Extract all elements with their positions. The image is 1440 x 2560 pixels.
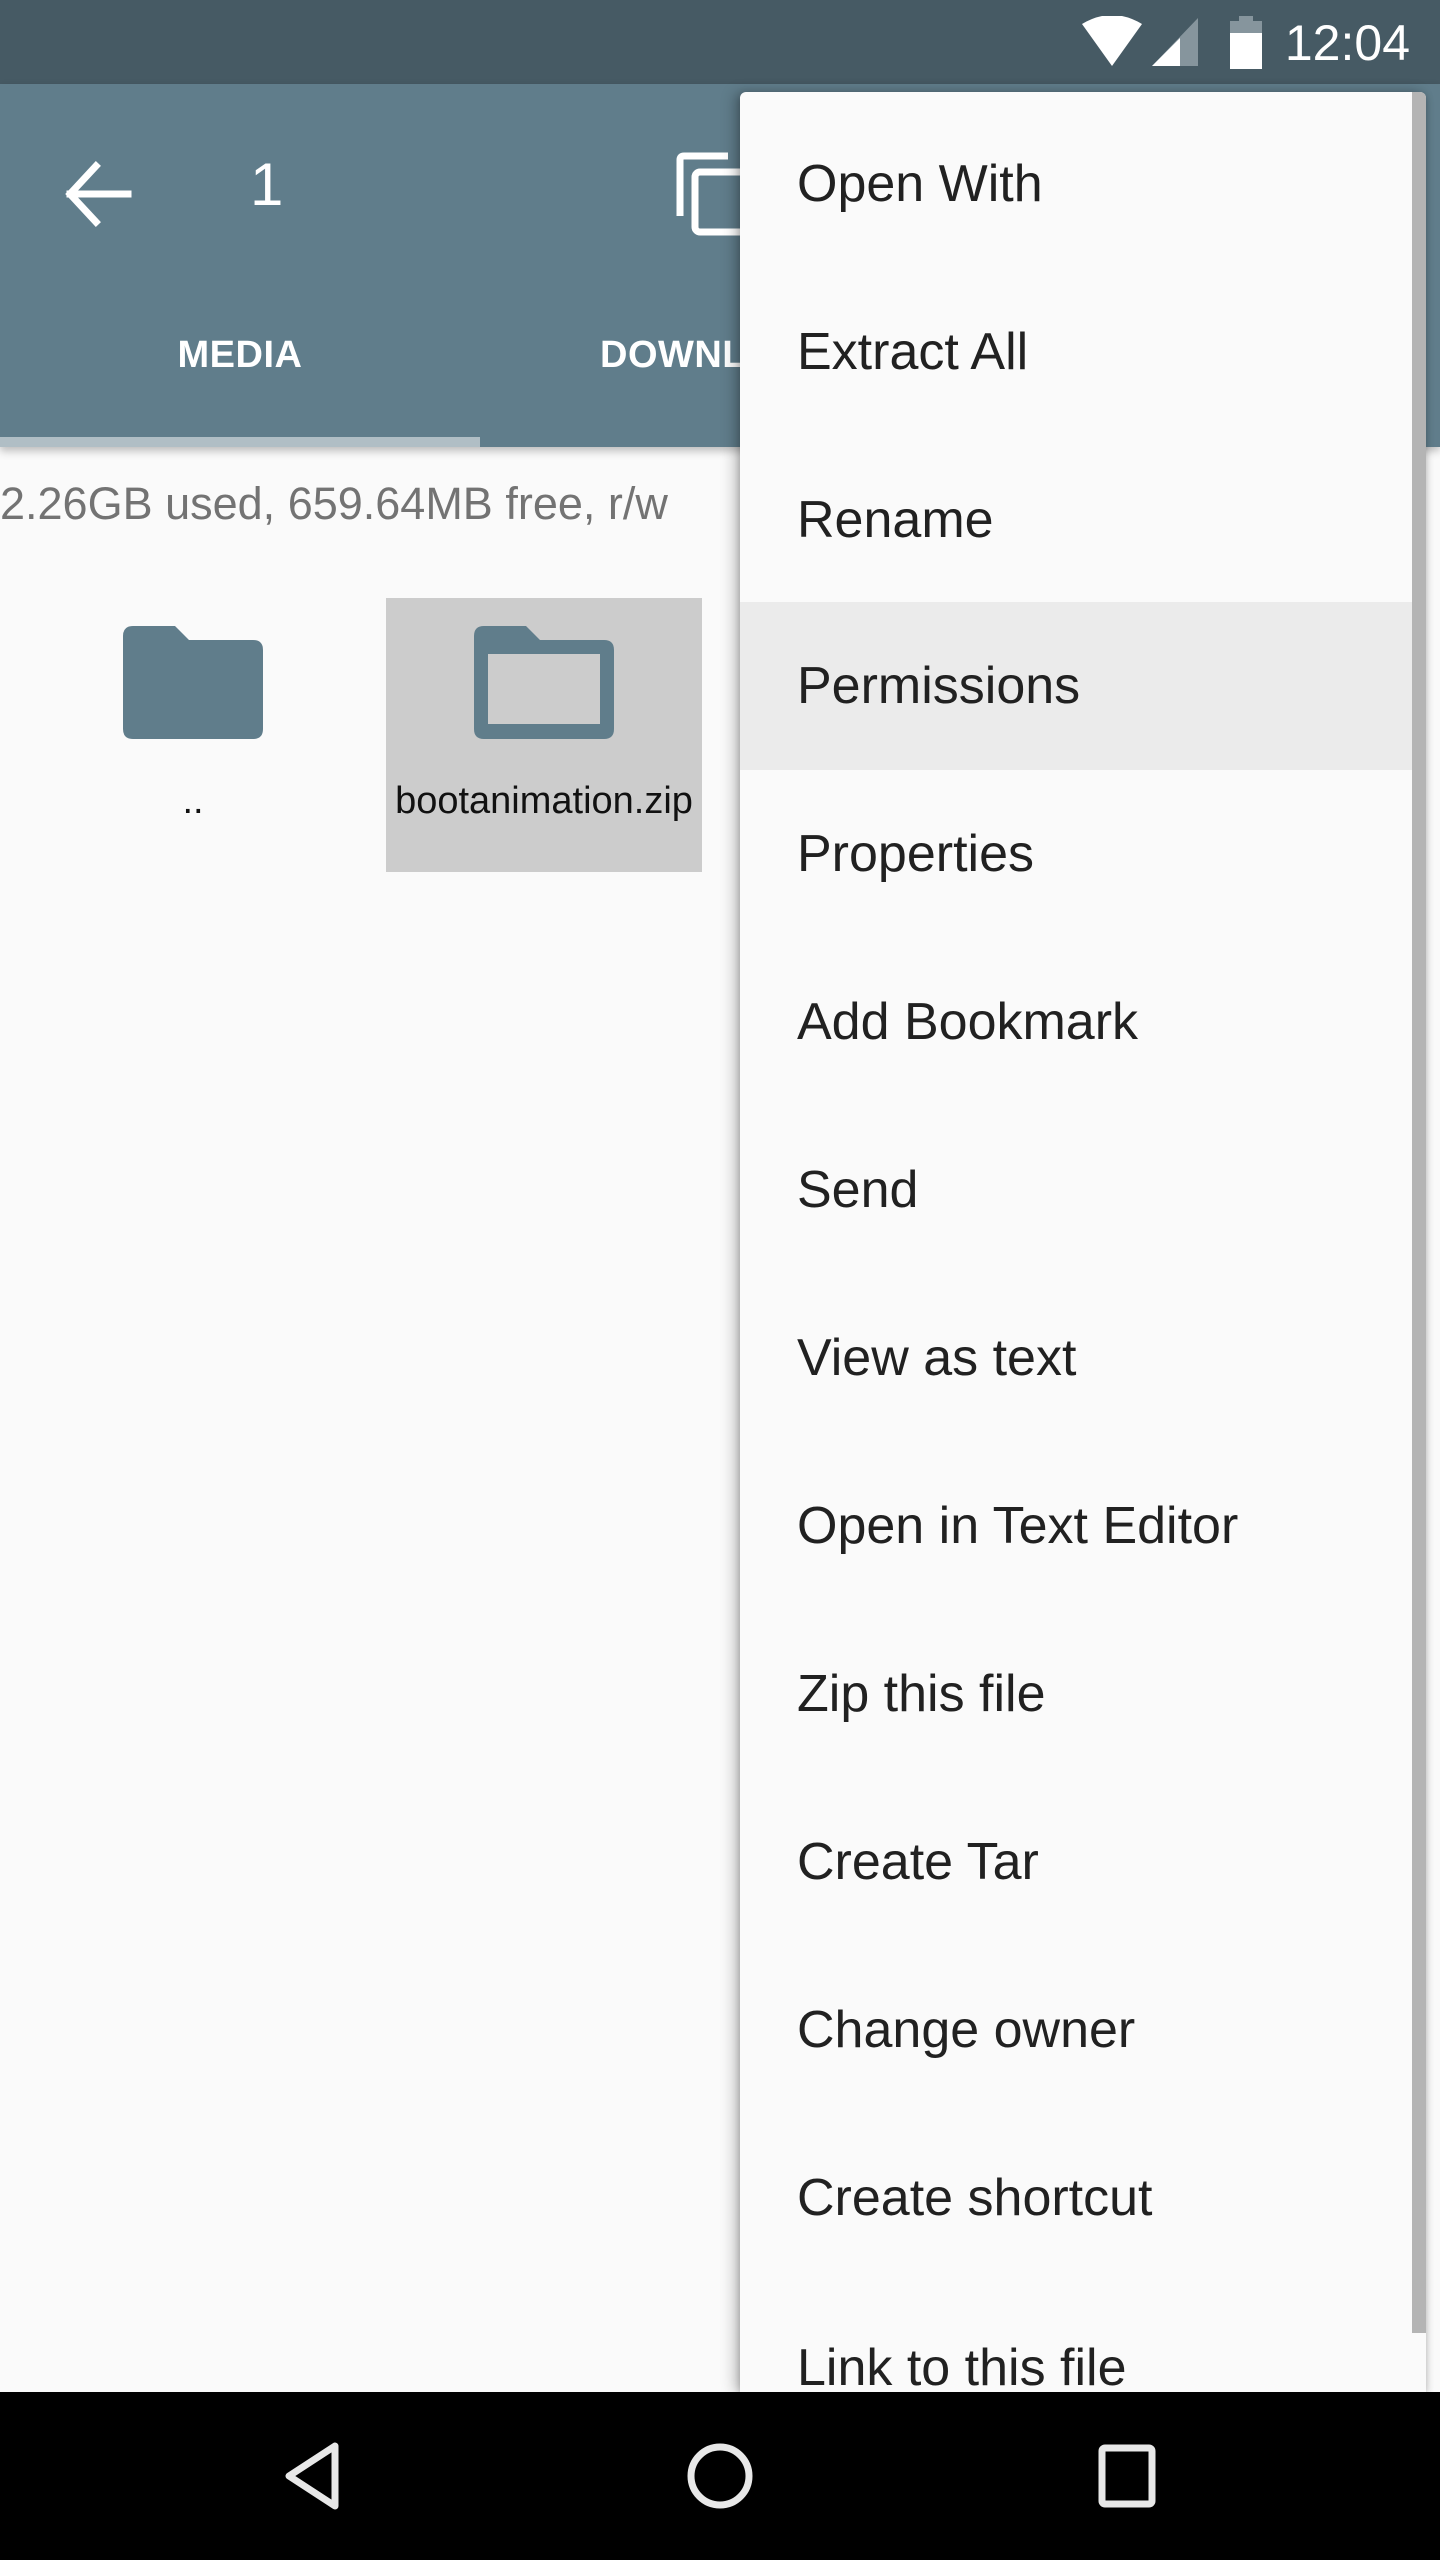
menu-item-extract-all[interactable]: Extract All — [740, 268, 1426, 436]
menu-item-send[interactable]: Send — [740, 1106, 1426, 1274]
menu-item-add-bookmark[interactable]: Add Bookmark — [740, 938, 1426, 1106]
tab-indicator — [0, 437, 480, 447]
status-bar: 12:04 — [0, 0, 1440, 84]
back-triangle-icon — [285, 2442, 339, 2510]
recents-square-icon — [1098, 2444, 1156, 2508]
battery-icon — [1230, 16, 1262, 69]
wifi-icon — [1082, 16, 1142, 66]
tab-media[interactable]: MEDIA — [0, 334, 480, 377]
storage-info: 2.26GB used, 659.64MB free, r/w — [0, 478, 668, 529]
nav-home-button[interactable] — [670, 2426, 770, 2526]
menu-item-open-with[interactable]: Open With — [740, 100, 1426, 268]
file-name: bootanimation.zip — [395, 780, 693, 822]
menu-item-view-as-text[interactable]: View as text — [740, 1274, 1426, 1442]
file-tile-parent-directory[interactable]: .. — [35, 598, 351, 872]
arrow-left-icon — [65, 161, 132, 227]
menu-item-zip-this-file[interactable]: Zip this file — [740, 1610, 1426, 1778]
menu-item-rename[interactable]: Rename — [740, 436, 1426, 604]
selection-count: 1 — [250, 151, 284, 218]
back-button[interactable] — [48, 144, 148, 244]
file-name: .. — [182, 780, 204, 822]
signal-icon — [1152, 18, 1198, 66]
nav-bar — [0, 2392, 1440, 2560]
nav-recents-button[interactable] — [1075, 2426, 1175, 2526]
menu-item-permissions[interactable]: Permissions — [740, 602, 1426, 770]
tab-downloads[interactable]: DOWNL — [600, 334, 746, 377]
menu-item-create-shortcut[interactable]: Create shortcut — [740, 2114, 1426, 2282]
status-time: 12:04 — [1284, 15, 1410, 71]
home-circle-icon — [687, 2443, 753, 2509]
menu-item-properties[interactable]: Properties — [740, 770, 1426, 938]
file-tile-bootanimation[interactable]: bootanimation.zip — [386, 598, 702, 872]
folder-icon — [123, 626, 263, 739]
context-menu: Open With Extract All Rename Permissions… — [740, 92, 1426, 2392]
folder-outline-icon — [474, 626, 614, 739]
nav-back-button[interactable] — [265, 2426, 365, 2526]
menu-item-link-to-this-file[interactable]: Link to this file — [740, 2284, 1426, 2392]
menu-item-create-tar[interactable]: Create Tar — [740, 1778, 1426, 1946]
menu-item-change-owner[interactable]: Change owner — [740, 1946, 1426, 2114]
menu-scrollbar[interactable] — [1412, 92, 1426, 2333]
menu-item-open-in-text-editor[interactable]: Open in Text Editor — [740, 1442, 1426, 1610]
